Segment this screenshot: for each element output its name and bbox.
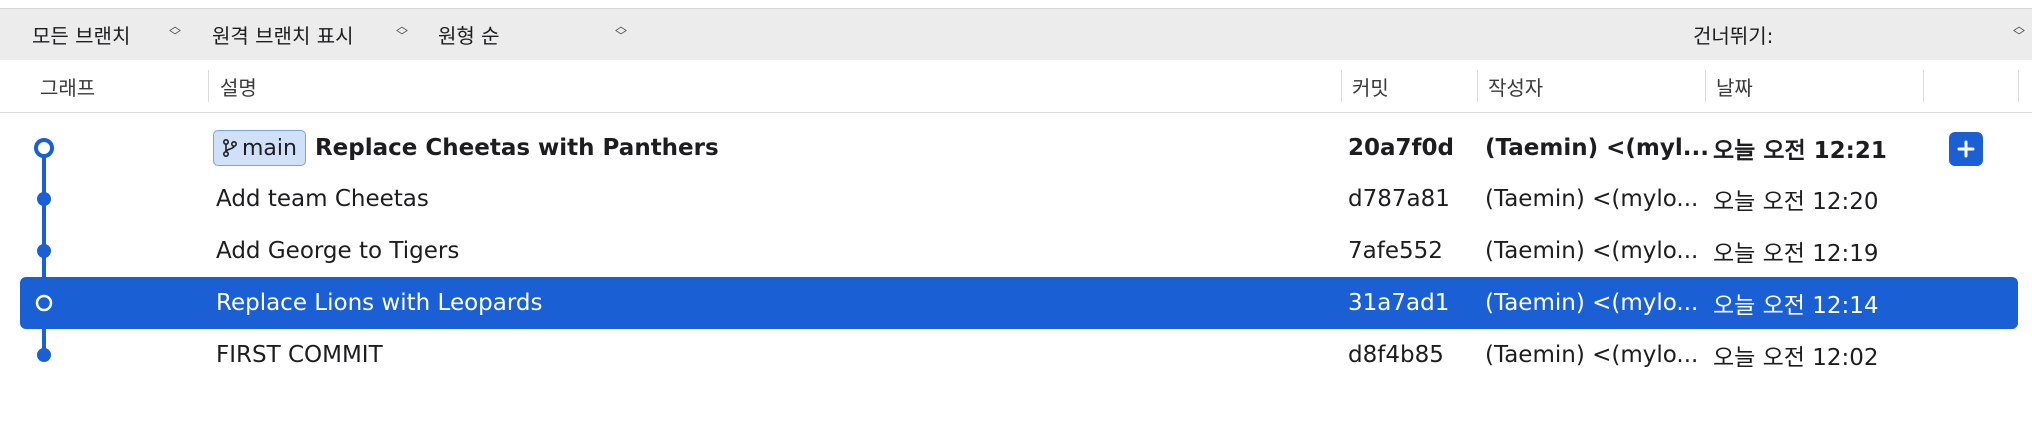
commit-hash: d8f4b85 xyxy=(1348,342,1444,368)
commit-author: (Taemin) <(mylo... xyxy=(1485,290,1699,316)
graph-node-selected[interactable] xyxy=(35,294,53,312)
updown-chevron-icon[interactable]: ︿ ﹀ xyxy=(614,20,628,47)
commit-description: Replace Lions with Leopards xyxy=(216,290,543,316)
column-header-row: 그래프 설명 커밋 작성자 날짜 xyxy=(0,60,2032,113)
commit-hash: 20a7f0d xyxy=(1348,135,1455,161)
graph-node[interactable] xyxy=(37,348,51,362)
commit-author: (Taemin) <(mylo... xyxy=(1485,238,1699,264)
column-header-date[interactable]: 날짜 xyxy=(1716,60,1753,112)
updown-chevron-icon[interactable]: ︿ ﹀ xyxy=(395,20,409,47)
commit-date: 오늘 오전 12:20 xyxy=(1713,189,1879,215)
graph-node[interactable] xyxy=(37,244,51,258)
commit-row[interactable]: FIRST COMMIT d8f4b85 (Taemin) <(mylo... … xyxy=(20,329,2018,381)
column-divider[interactable] xyxy=(1923,70,1924,102)
commit-description: Add team Cheetas xyxy=(216,186,429,212)
commit-row[interactable]: Add George to Tigers 7afe552 (Taemin) <(… xyxy=(20,225,2018,277)
graph-node-head[interactable] xyxy=(34,138,54,158)
add-button[interactable] xyxy=(1949,132,1983,166)
commit-hash: d787a81 xyxy=(1348,186,1450,212)
column-divider[interactable] xyxy=(1705,70,1706,102)
commit-hash: 7afe552 xyxy=(1348,238,1443,264)
column-header-description[interactable]: 설명 xyxy=(220,60,257,112)
branch-icon xyxy=(222,138,238,158)
commit-author: (Taemin) <(mylo... xyxy=(1485,342,1699,368)
commit-author: (Taemin) <(myl... xyxy=(1485,135,1709,161)
remote-branch-label: 원격 브랜치 표시 xyxy=(212,24,354,48)
column-divider[interactable] xyxy=(1477,70,1478,102)
commit-date: 오늘 오전 12:02 xyxy=(1713,345,1879,371)
branch-name: main xyxy=(242,135,297,161)
order-select[interactable]: 원형 순 xyxy=(438,9,500,60)
commit-date: 오늘 오전 12:21 xyxy=(1713,138,1887,164)
updown-chevron-icon[interactable]: ︿ ﹀ xyxy=(168,20,182,47)
column-header-author[interactable]: 작성자 xyxy=(1488,60,1543,112)
skip-label: 건너뛰기: xyxy=(1693,24,1774,48)
commit-row[interactable]: main Replace Cheetas with Panthers 20a7f… xyxy=(20,122,2018,174)
column-divider[interactable] xyxy=(1341,70,1342,102)
commit-row[interactable]: Add team Cheetas d787a81 (Taemin) <(mylo… xyxy=(20,173,2018,225)
column-header-commit[interactable]: 커밋 xyxy=(1352,60,1389,112)
branch-badge[interactable]: main xyxy=(213,130,306,166)
commit-description: Replace Cheetas with Panthers xyxy=(314,135,719,161)
column-divider[interactable] xyxy=(2018,70,2019,102)
commit-hash: 31a7ad1 xyxy=(1348,290,1450,316)
filter-bar: 모든 브랜치 ︿ ﹀ 원격 브랜치 표시 ︿ ﹀ 원형 순 ︿ ﹀ 건너뛰기: ︿ ﹀ xyxy=(0,8,2032,61)
column-divider[interactable] xyxy=(208,70,209,102)
graph-node[interactable] xyxy=(37,192,51,206)
commit-date: 오늘 오전 12:19 xyxy=(1713,241,1879,267)
commit-description: Add George to Tigers xyxy=(216,238,460,264)
commit-description: FIRST COMMIT xyxy=(216,342,383,368)
commit-author: (Taemin) <(mylo... xyxy=(1485,186,1699,212)
commit-description-cell: main Replace Cheetas with Panthers xyxy=(213,122,719,174)
commit-date: 오늘 오전 12:14 xyxy=(1713,293,1879,319)
plus-icon xyxy=(1957,140,1975,158)
order-label: 원형 순 xyxy=(438,24,500,48)
updown-chevron-icon[interactable]: ︿ ﹀ xyxy=(2012,20,2026,47)
commit-graph xyxy=(34,138,54,362)
commit-row-selected[interactable]: Replace Lions with Leopards 31a7ad1 (Tae… xyxy=(20,277,2018,329)
remote-branch-select[interactable]: 원격 브랜치 표시 xyxy=(212,9,354,60)
skip-select[interactable]: 건너뛰기: xyxy=(1693,9,1773,60)
